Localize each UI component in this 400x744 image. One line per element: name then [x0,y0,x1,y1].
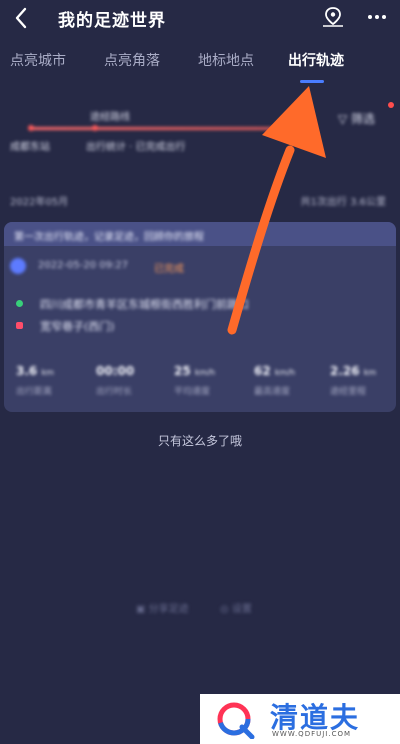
trip-banner-text: 第一次出行轨迹，记录足迹，回顾你的旅程 [14,232,204,243]
route-summary: 途经路线 成都东站 出行统计 · 已完成出行 [10,100,390,170]
back-arrow-icon[interactable] [8,4,36,32]
route-mid-dot [92,125,98,131]
trip-time: 2022-05-20 09:27 [38,260,129,271]
route-mid-label: 出行统计 · 已完成出行 [86,142,186,153]
filter-button[interactable]: ▽ 筛选 [338,110,375,127]
trip-card[interactable]: 第一次出行轨迹，记录足迹，回顾你的旅程 2022-05-20 09:27 已完成… [4,222,396,412]
tab-landmarks[interactable]: 地标地点 [198,50,254,70]
bottom-actions: ▣ 分享足迹 ◎ 设置 [0,600,400,620]
tab-light-corners[interactable]: 点亮角落 [104,50,160,70]
top-bar: 我的足迹世界 [0,0,400,40]
stat-item: 62 km/h 最高速度 [254,364,296,397]
trip-banner: 第一次出行轨迹，记录足迹，回顾你的旅程 [4,222,396,246]
route-top-label: 途经路线 [90,112,130,123]
end-of-list-text: 只有这么多了哦 [157,434,242,448]
tab-light-cities[interactable]: 点亮城市 [10,50,66,70]
route-start-dot [28,125,34,131]
active-tab-indicator [300,80,324,83]
start-address: 四川成都市青羊区东城根街西胜利门前路口 [40,298,249,311]
end-point-icon [16,322,23,329]
stat-item: 3.6 km 出行距离 [16,364,54,397]
tab-bar: 点亮城市 点亮角落 地标地点 出行轨迹 [0,50,400,80]
stat-item: 2.26 km 途经里程 [330,364,377,397]
section-month: 2022年05月 [10,197,69,208]
tab-travel-track[interactable]: 出行轨迹 [288,50,344,70]
settings-button[interactable]: ◎ 设置 [220,600,252,615]
more-options-icon[interactable] [364,8,390,26]
page-title: 我的足迹世界 [58,11,166,31]
stat-item: 00:00 出行时长 [96,364,135,397]
brand-logo-icon [217,702,255,739]
share-button[interactable]: ▣ 分享足迹 [136,600,189,615]
watermark: 清道夫 WWW.QDFUJI.COM [200,694,400,744]
start-point-icon [16,300,23,307]
route-left-label: 成都东站 [10,142,50,153]
stat-item: 25 km/h 平均速度 [174,364,216,397]
trip-status-tag: 已完成 [154,264,184,275]
section-summary: 共1次出行 3.6公里 [300,197,386,208]
notification-dot [388,102,394,108]
route-line [30,127,280,130]
user-avatar [10,258,26,274]
end-address: 宽窄巷子(西门) [40,320,115,333]
trip-stats: 3.6 km 出行距离 00:00 出行时长 25 km/h 平均速度 62 k… [4,364,396,408]
watermark-url: WWW.QDFUJI.COM [272,730,352,738]
location-share-icon[interactable] [320,6,346,28]
